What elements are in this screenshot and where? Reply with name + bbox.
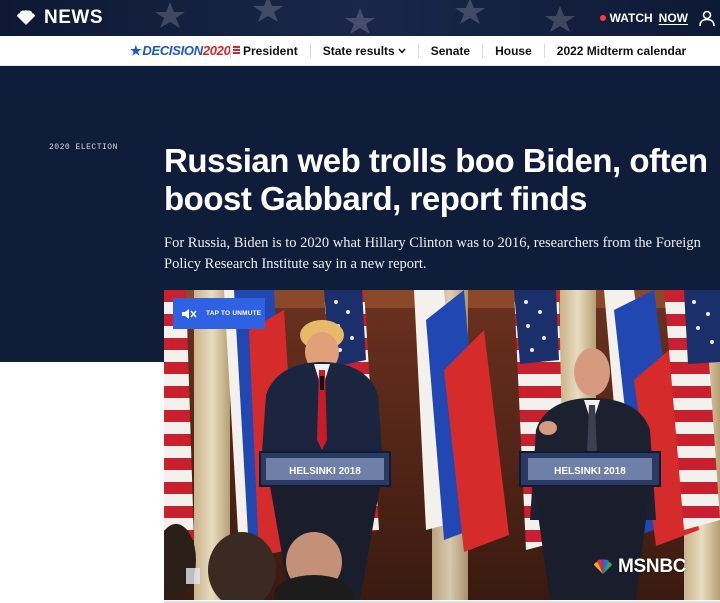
tap-to-unmute-button[interactable]: TAP TO UNMUTE	[173, 298, 265, 329]
article-dek: For Russia, Biden is to 2020 what Hillar…	[164, 235, 701, 272]
video-player[interactable]: HELSINKI 2018 HELSINKI 2018	[164, 290, 720, 600]
podium-right-sign: HELSINKI 2018	[554, 466, 626, 477]
unmute-label: TAP TO UNMUTE	[206, 310, 262, 317]
msnbc-peacock-icon	[594, 559, 612, 574]
nav-item-state-results-label: State results	[322, 44, 395, 58]
nav-items: President State results Senate House 202…	[230, 36, 698, 66]
nbc-news-logo[interactable]: NEWS	[14, 7, 103, 29]
headline-line-1: Russian web trolls boo Biden, often	[164, 142, 708, 179]
speaker-muted-icon	[182, 308, 197, 319]
brand-prefix: DECISION	[142, 43, 203, 58]
brand-year: 2020	[202, 43, 231, 58]
user-icon[interactable]	[698, 9, 716, 27]
network-label: MSNBC	[618, 556, 687, 577]
msnbc-watermark: MSNBC	[591, 556, 686, 578]
watch-now-link[interactable]: WATCH NOW	[599, 11, 688, 25]
nav-item-state-results[interactable]: State results	[309, 44, 418, 58]
peacock-icon	[17, 10, 35, 25]
article-headline: Russian web trolls boo Biden, often boos…	[164, 142, 712, 218]
top-bar: NEWS WATCH NOW	[0, 0, 720, 36]
logo-text: NEWS	[44, 7, 103, 28]
podium-left-sign: HELSINKI 2018	[289, 466, 361, 477]
section-nav: ★DECISION2020 President State results Se…	[0, 36, 720, 66]
video-frame: HELSINKI 2018 HELSINKI 2018	[164, 290, 720, 600]
nav-item-house[interactable]: House	[482, 44, 544, 58]
live-dot-icon	[599, 15, 606, 21]
article-kicker[interactable]: 2020 ELECTION	[49, 143, 118, 152]
watch-now-label: NOW	[658, 11, 688, 25]
star-icon: ★	[130, 43, 142, 58]
decision-2020-logo[interactable]: ★DECISION2020	[130, 43, 240, 59]
nav-item-senate[interactable]: Senate	[417, 44, 482, 58]
headline-line-2: boost Gabbard, report finds	[164, 180, 587, 217]
watch-label: WATCH	[609, 11, 653, 25]
chevron-down-icon	[398, 48, 406, 54]
nav-item-president[interactable]: President	[230, 44, 310, 58]
nav-item-midterm-calendar[interactable]: 2022 Midterm calendar	[543, 44, 698, 58]
